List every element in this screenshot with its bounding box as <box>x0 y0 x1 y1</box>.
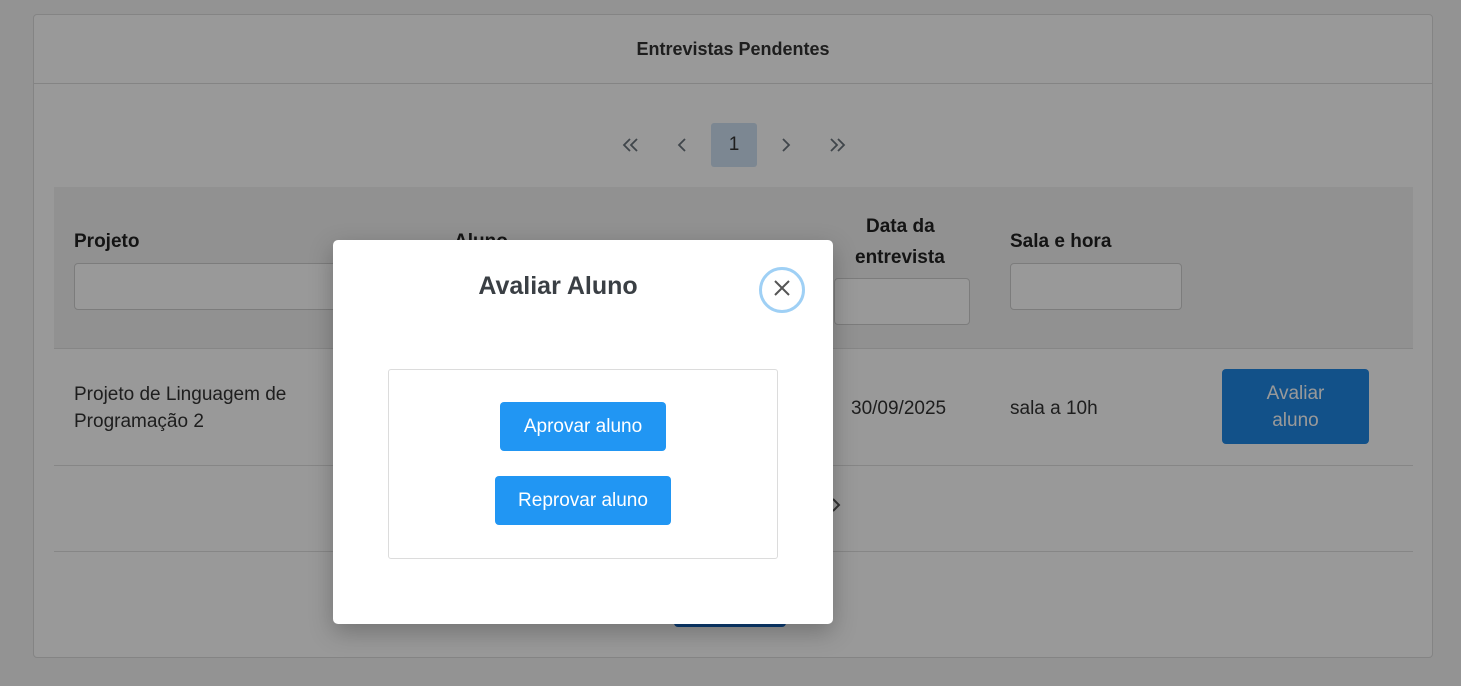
close-icon <box>773 279 791 302</box>
reject-button[interactable]: Reprovar aluno <box>495 476 671 525</box>
approve-button[interactable]: Aprovar aluno <box>500 402 666 451</box>
decision-panel: Aprovar aluno Reprovar aluno <box>388 369 778 559</box>
close-button[interactable] <box>759 267 805 313</box>
avaliar-aluno-modal: Avaliar Aluno Aprovar aluno Reprovar alu… <box>333 240 833 624</box>
modal-title: Avaliar Aluno <box>478 272 638 300</box>
